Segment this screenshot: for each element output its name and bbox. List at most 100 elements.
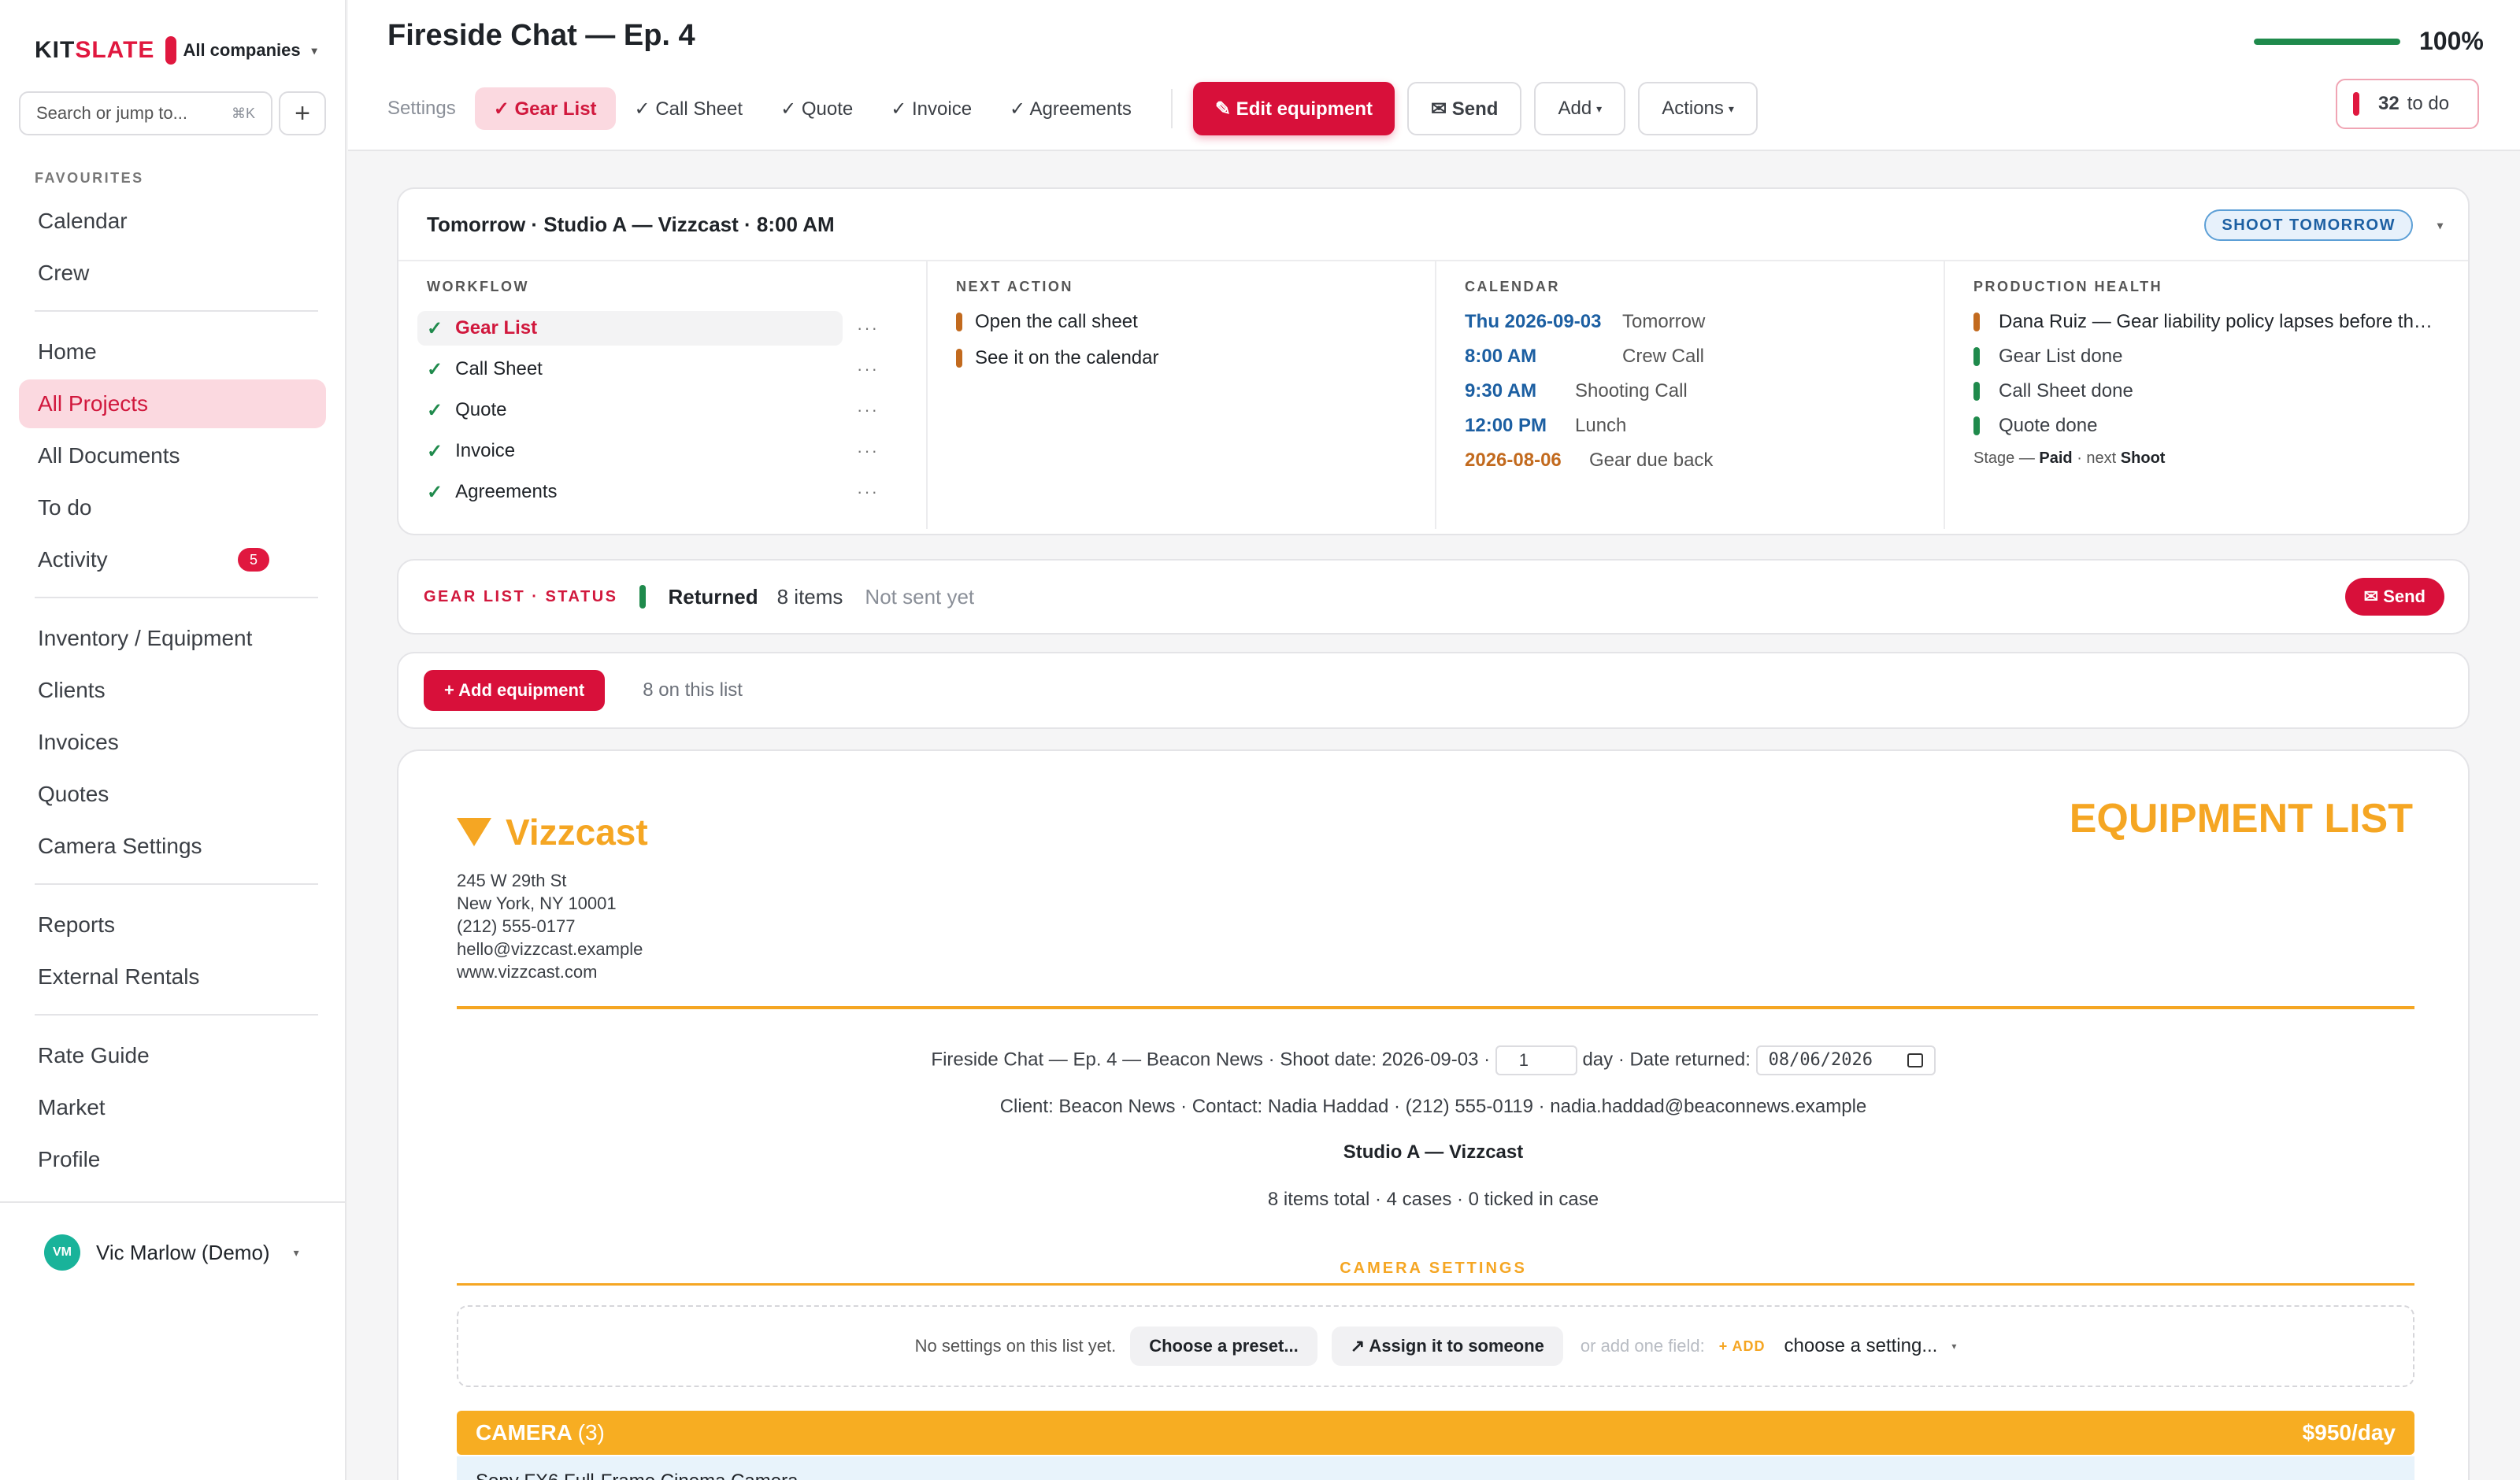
next-action-see-calendar[interactable]: See it on the calendar	[956, 347, 1406, 369]
nav-divider	[35, 1014, 318, 1016]
company-select[interactable]: All companies ▾	[183, 40, 317, 61]
sidebar-item-calendar[interactable]: Calendar	[19, 197, 326, 246]
sidebar-item-crew[interactable]: Crew	[19, 249, 326, 298]
add-equipment-button[interactable]: + Add equipment	[424, 670, 606, 711]
calendar-row: Thu 2026-09-03 Tomorrow	[1465, 311, 1706, 332]
item-count: 8 items	[776, 584, 843, 609]
send-button[interactable]: ✉ Send	[1407, 82, 1522, 135]
sidebar-item-profile[interactable]: Profile	[19, 1135, 326, 1184]
sidebar-item-external-rentals[interactable]: External Rentals	[19, 953, 326, 1001]
add-field-link[interactable]: + ADD	[1719, 1338, 1766, 1355]
chevron-down-icon: ▾	[311, 43, 317, 57]
sidebar-item-clients[interactable]: Clients	[19, 666, 326, 715]
edit-equipment-button[interactable]: ✎ Edit equipment	[1192, 82, 1395, 135]
sidebar-item-quotes[interactable]: Quotes	[19, 770, 326, 819]
health-item-warning[interactable]: Dana Ruiz — Gear liability policy lapses…	[1973, 311, 2440, 333]
camera-settings-empty: No settings on this list yet. Choose a p…	[457, 1305, 2414, 1387]
favourites-label: FAVOURITES	[35, 170, 144, 186]
header-rule	[457, 1006, 2414, 1009]
more-icon[interactable]: ···	[857, 359, 879, 379]
summary-header: Tomorrow · Studio A — Vizzcast · 8:00 AM…	[398, 189, 2468, 261]
add-new-button[interactable]: +	[279, 91, 326, 135]
sidebar-item-activity[interactable]: Activity 5	[19, 535, 326, 584]
user-menu[interactable]: VM Vic Marlow (Demo) ▾	[44, 1234, 299, 1271]
tab-divider	[1170, 89, 1173, 128]
tab-call-sheet[interactable]: ✓ Call Sheet	[616, 87, 762, 130]
status-badge: SHOOT TOMORROW	[2204, 209, 2413, 241]
more-icon[interactable]: ···	[857, 400, 879, 420]
check-icon: ✓	[427, 440, 443, 462]
progress-label: 100%	[2419, 27, 2484, 55]
workflow-item-call-sheet[interactable]: ✓ Call Sheet ···	[417, 352, 898, 387]
setting-select[interactable]: choose a setting... ▾	[1784, 1335, 1957, 1357]
brand-accent	[165, 36, 177, 65]
brand-logo[interactable]: KITSLATE	[35, 37, 154, 64]
status-marker	[639, 585, 647, 609]
tab-gear-list[interactable]: ✓ Gear List	[474, 87, 616, 130]
status-value: Returned	[668, 584, 758, 609]
more-icon[interactable]: ···	[857, 441, 879, 461]
health-item: Call Sheet done	[1973, 380, 2440, 402]
choose-preset-button[interactable]: Choose a preset...	[1130, 1326, 1317, 1366]
equipment-group-camera[interactable]: CAMERA (3) $950/day	[457, 1411, 2414, 1455]
footer-divider	[0, 1201, 346, 1203]
workflow-item-invoice[interactable]: ✓ Invoice ···	[417, 434, 898, 468]
sidebar-item-camera-settings[interactable]: Camera Settings	[19, 822, 326, 871]
health-item: Quote done	[1973, 415, 2440, 437]
keyboard-shortcut: ⌘K	[231, 105, 255, 121]
stage-line: Stage — Paid · next Shoot	[1973, 450, 2166, 467]
sidebar-item-invoices[interactable]: Invoices	[19, 718, 326, 767]
tab-settings[interactable]: Settings	[387, 87, 475, 130]
workflow-item-gear-list[interactable]: ✓ Gear List ···	[417, 311, 877, 346]
add-menu-button[interactable]: Add ▾	[1534, 82, 1626, 135]
workflow-item-agreements[interactable]: ✓ Agreements ···	[417, 475, 898, 509]
sidebar-item-all-documents[interactable]: All Documents	[19, 431, 326, 480]
status-label: GEAR LIST · STATUS	[424, 587, 618, 605]
sidebar-item-rate-guide[interactable]: Rate Guide	[19, 1031, 326, 1080]
health-item: Gear List done	[1973, 346, 2440, 368]
more-icon[interactable]: ···	[857, 482, 879, 502]
company-logo: Vizzcast	[457, 811, 648, 853]
page-title: Fireside Chat — Ep. 4	[387, 19, 695, 52]
group-rate: $950/day	[2302, 1420, 2396, 1445]
chevron-down-icon[interactable]: ▾	[2437, 219, 2443, 232]
send-list-button[interactable]: ✉ Send	[2344, 578, 2444, 616]
todo-marker	[2353, 92, 2359, 116]
next-action-column: NEXT ACTION Open the call sheet See it o…	[928, 261, 1436, 529]
tab-quote[interactable]: ✓ Quote	[762, 87, 872, 130]
table-row[interactable]: Sony FX6 Full-Frame Cinema Camera	[457, 1456, 2414, 1480]
sidebar-item-market[interactable]: Market	[19, 1083, 326, 1132]
sidebar-item-all-projects[interactable]: All Projects	[19, 379, 326, 428]
calendar-row: 2026-08-06 Gear due back	[1465, 450, 1714, 471]
sidebar-item-inventory[interactable]: Inventory / Equipment	[19, 614, 326, 663]
days-input[interactable]: 1	[1495, 1045, 1577, 1075]
equipment-list-document: Vizzcast 245 W 29th St New York, NY 1000…	[397, 749, 2470, 1480]
plus-icon: +	[295, 98, 310, 128]
avatar: VM	[44, 1234, 80, 1271]
chevron-down-icon: ▾	[1728, 102, 1734, 115]
todo-count-button[interactable]: 32 to do	[2336, 79, 2479, 129]
search-input[interactable]: Search or jump to... ⌘K	[19, 91, 272, 135]
next-action-open-call-sheet[interactable]: Open the call sheet	[956, 311, 1406, 333]
company-address: 245 W 29th St New York, NY 10001 (212) 5…	[457, 871, 643, 982]
sidebar-item-to-do[interactable]: To do	[19, 483, 326, 532]
sidebar-item-home[interactable]: Home	[19, 327, 326, 376]
top-bar: Fireside Chat — Ep. 4 Settings ✓ Gear Li…	[348, 0, 2520, 151]
check-icon: ✓	[427, 481, 443, 503]
chevron-down-icon: ▾	[293, 1245, 299, 1259]
tab-agreements[interactable]: ✓ Agreements	[991, 87, 1151, 130]
sent-state: Not sent yet	[865, 584, 975, 609]
progress-fill	[2254, 38, 2400, 45]
calendar-row: 9:30 AM Shooting Call	[1465, 380, 1688, 401]
assign-button[interactable]: ↗ Assign it to someone	[1331, 1326, 1563, 1366]
more-icon[interactable]: ···	[857, 318, 879, 339]
sidebar-item-reports[interactable]: Reports	[19, 901, 326, 949]
workflow-column: WORKFLOW ✓ Gear List ··· ✓ Call Sheet ··· ✓ Q…	[398, 261, 928, 529]
user-name: Vic Marlow (Demo)	[96, 1240, 270, 1264]
date-returned-input[interactable]: 08/06/2026	[1755, 1045, 1936, 1075]
tab-invoice[interactable]: ✓ Invoice	[872, 87, 991, 130]
actions-menu-button[interactable]: Actions ▾	[1638, 82, 1758, 135]
calendar-column: CALENDAR Thu 2026-09-03 Tomorrow 8:00 AM C…	[1436, 261, 1945, 529]
activity-count-badge: 5	[238, 548, 269, 572]
workflow-item-quote[interactable]: ✓ Quote ···	[417, 393, 898, 427]
